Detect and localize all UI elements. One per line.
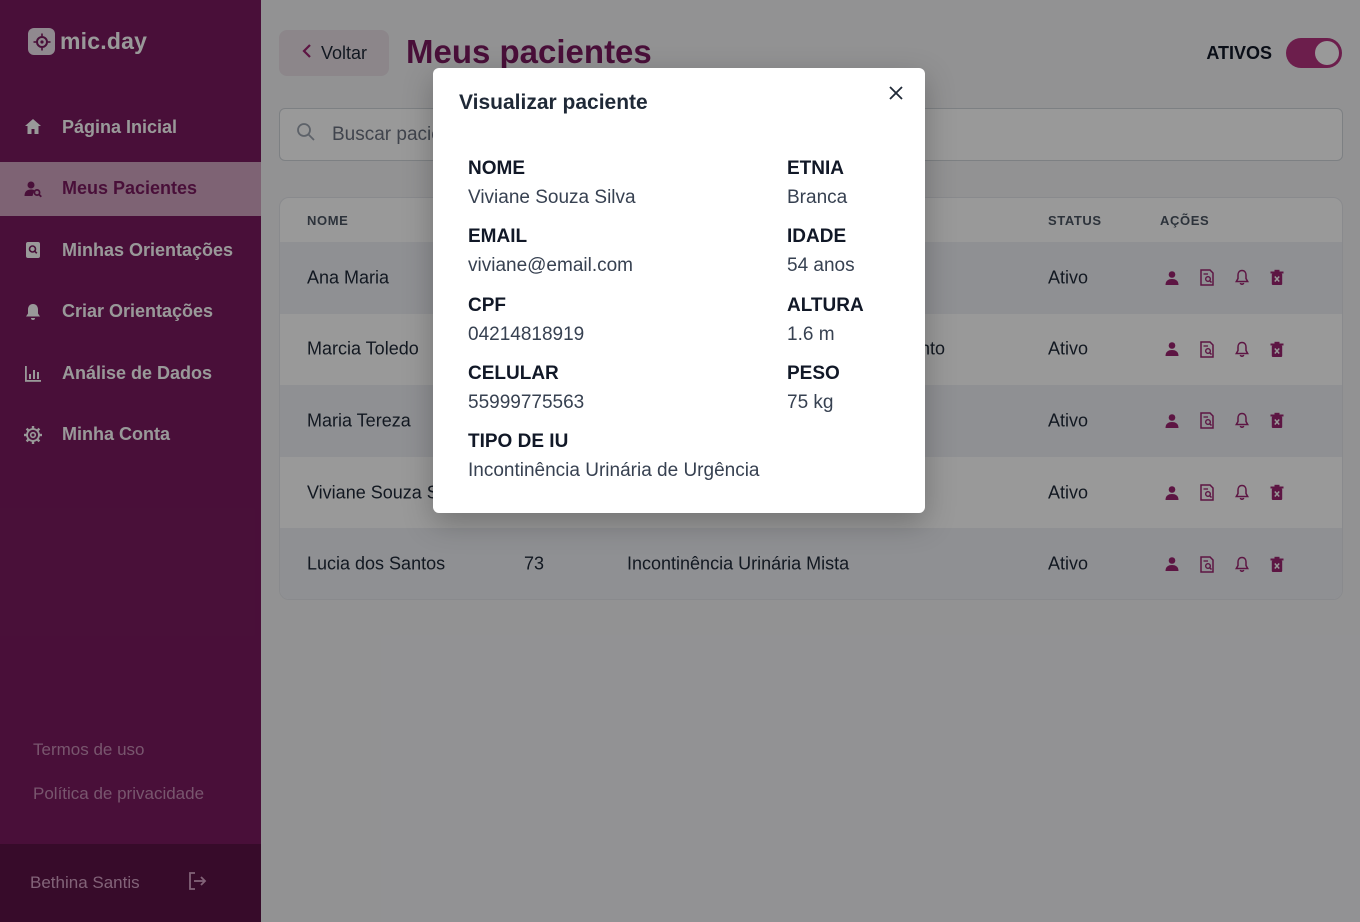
field-value: Branca [787,187,848,208]
modal-title: Visualizar paciente [459,91,648,114]
field-label: CPF [468,295,506,316]
field-label: EMAIL [468,226,528,247]
field-value: 55999775563 [468,392,585,413]
field-value: 75 kg [787,392,834,413]
field-label: ETNIA [787,158,844,179]
field-cpf: CPF 04214818919 [468,295,584,346]
field-label: PESO [787,363,840,384]
field-celular: CELULAR 55999775563 [468,363,584,414]
close-button[interactable] [885,84,907,106]
field-nome: NOME Viviane Souza Silva [468,158,636,209]
field-altura: ALTURA 1.6 m [787,295,864,346]
field-tipo-iu: TIPO DE IU Incontinência Urinária de Urg… [468,431,760,482]
field-label: ALTURA [787,295,864,316]
field-peso: PESO 75 kg [787,363,840,414]
field-idade: IDADE 54 anos [787,226,855,277]
field-value: 04214818919 [468,324,585,345]
close-icon [889,85,903,105]
field-email: EMAIL viviane@email.com [468,226,633,277]
field-label: CELULAR [468,363,559,384]
field-label: TIPO DE IU [468,431,569,452]
field-etnia: ETNIA Branca [787,158,847,209]
field-value: Viviane Souza Silva [468,187,636,208]
field-value: 1.6 m [787,324,835,345]
field-value: 54 anos [787,255,855,276]
field-value: viviane@email.com [468,255,634,276]
field-label: IDADE [787,226,847,247]
field-value: Incontinência Urinária de Urgência [468,460,760,481]
view-patient-modal: Visualizar paciente NOME Viviane Souza S… [433,68,925,513]
field-label: NOME [468,158,525,179]
